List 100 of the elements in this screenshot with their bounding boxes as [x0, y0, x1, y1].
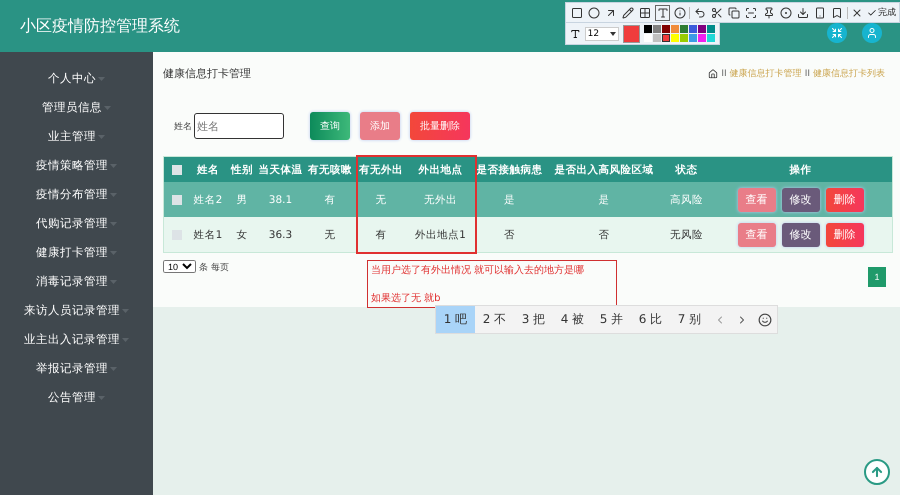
font-size-select[interactable]: 12 [584, 26, 619, 40]
phone-icon[interactable] [814, 6, 826, 18]
sidebar-item[interactable]: 代购记录管理 [36, 216, 108, 231]
column-header: 是否接触病患 [476, 162, 544, 176]
sidebar-item[interactable]: 消毒记录管理 [36, 274, 108, 289]
delete-button[interactable]: 删除 [826, 188, 864, 212]
copy-icon[interactable] [728, 6, 740, 18]
mosaic-icon[interactable] [639, 6, 652, 18]
page-size-select[interactable]: 10 [163, 260, 196, 273]
table-cell-text: 无外出 [423, 192, 458, 206]
color-swatch[interactable] [680, 25, 688, 33]
ime-candidate[interactable]: 3 把 [514, 306, 553, 333]
column-header: 有无咳嗽 [307, 162, 353, 176]
current-color-swatch[interactable] [622, 24, 640, 42]
table-cell-text: 是 [503, 192, 516, 206]
color-swatch[interactable] [680, 34, 688, 42]
record-icon[interactable] [780, 6, 792, 18]
user-button[interactable] [862, 23, 882, 43]
ime-candidate[interactable]: 5 并 [592, 306, 631, 333]
undo-icon[interactable] [694, 6, 706, 18]
column-header: 性别 [230, 162, 254, 176]
annotation-text: 如果选了无 就b [371, 292, 442, 305]
bookmark-icon[interactable] [831, 6, 844, 18]
color-swatch[interactable] [653, 34, 661, 42]
ime-candidate[interactable]: 2 不 [475, 306, 514, 333]
color-swatch[interactable] [698, 34, 706, 42]
scissors-icon[interactable] [711, 6, 724, 18]
app-title: 小区疫情防控管理系统 [20, 16, 180, 36]
color-swatch[interactable] [653, 25, 661, 33]
sidebar-item[interactable]: 个人中心 [48, 71, 96, 86]
column-header: 操作 [788, 162, 812, 176]
ime-candidate[interactable]: 7 别 [670, 306, 709, 333]
home-icon[interactable] [708, 68, 718, 78]
sidebar-item[interactable]: 业主管理 [48, 129, 96, 144]
name-input[interactable]: 姓名 [194, 113, 284, 139]
download-icon[interactable] [796, 6, 809, 18]
table-cell-text: 高风险 [669, 192, 704, 206]
color-swatch[interactable] [662, 25, 670, 33]
field-label: 姓名 [174, 120, 192, 132]
table-cell-text: 男 [236, 192, 248, 206]
ime-candidate[interactable]: 1 吧 [436, 306, 475, 333]
table-cell-text: 无 [374, 192, 388, 206]
table-cell-text: 是 [598, 192, 610, 206]
edit-button[interactable]: 修改 [782, 222, 820, 246]
table-cell-text: 姓名2 [192, 192, 224, 206]
info-icon[interactable] [674, 6, 686, 18]
delete-button[interactable]: 批量删除 [410, 112, 470, 140]
back-to-top-button[interactable] [864, 459, 890, 485]
sidebar-item[interactable]: 来访人员记录管理 [24, 303, 120, 318]
page-title: 健康信息打卡管理 [163, 66, 251, 81]
fullscreen-button[interactable] [827, 23, 847, 43]
user-icon [866, 27, 878, 39]
annotation-box[interactable]: 当用户选了有外出情况 就可以输入去的地方是哪 如果选了无 就b [367, 260, 617, 308]
column-header: 有无外出 [358, 162, 404, 176]
row-checkbox[interactable] [172, 194, 182, 204]
color-swatch[interactable] [671, 34, 679, 42]
sidebar-item[interactable]: 管理员信息 [42, 100, 102, 115]
table-cell-text: 否 [503, 228, 516, 242]
color-swatch[interactable] [698, 25, 706, 33]
color-swatch[interactable] [671, 25, 679, 33]
color-swatch[interactable] [689, 25, 697, 33]
pencil-icon[interactable] [622, 6, 634, 18]
done-button[interactable]: 完成 [867, 6, 896, 19]
table-cell-text: 女 [236, 228, 248, 242]
table-cell-text: 无 [324, 228, 336, 242]
page-size-label: 条 每页 [199, 263, 229, 273]
font-icon [570, 28, 581, 40]
rectangle-icon[interactable] [570, 6, 583, 18]
table-cell-text: 外出地点1 [414, 228, 467, 242]
sidebar-item[interactable]: 疫情分布管理 [36, 187, 108, 202]
page-button[interactable]: 1 [868, 267, 886, 287]
sidebar-item[interactable]: 公告管理 [48, 390, 96, 405]
sidebar-item[interactable]: 健康打卡管理 [36, 245, 108, 260]
sidebar-item[interactable]: 举报记录管理 [36, 361, 108, 376]
column-header: 当天体温 [258, 162, 304, 176]
color-swatch[interactable] [644, 34, 652, 42]
text-icon[interactable] [656, 6, 669, 18]
table-cell-text: 否 [598, 228, 610, 242]
emoji-icon[interactable] [758, 312, 772, 326]
select-all-checkbox[interactable] [172, 164, 182, 174]
scan-icon[interactable] [745, 6, 758, 18]
table-cell-text: 有 [324, 192, 336, 206]
edit-button[interactable]: 修改 [782, 188, 820, 212]
breadcrumb-separator: II [804, 68, 810, 78]
close-icon[interactable] [851, 6, 864, 18]
caret-icon [610, 32, 616, 36]
ime-candidate[interactable]: 6 比 [631, 306, 670, 333]
circle-icon[interactable] [588, 6, 600, 18]
query-button[interactable]: 查询 [310, 112, 350, 140]
pin-icon[interactable] [762, 6, 775, 18]
sidebar-item[interactable]: 疫情策略管理 [36, 158, 108, 173]
color-swatch[interactable] [707, 25, 715, 33]
sidebar-item[interactable]: 业主出入记录管理 [24, 332, 120, 347]
color-swatch[interactable] [707, 34, 715, 42]
ime-candidate[interactable]: 4 被 [553, 306, 592, 333]
color-swatch[interactable] [689, 34, 697, 42]
delete-button[interactable]: 删除 [826, 222, 864, 246]
annotation-text: 当用户选了有外出情况 就可以输入去的地方是哪 [371, 264, 586, 277]
color-swatch[interactable] [662, 34, 670, 42]
color-swatch[interactable] [644, 25, 652, 33]
